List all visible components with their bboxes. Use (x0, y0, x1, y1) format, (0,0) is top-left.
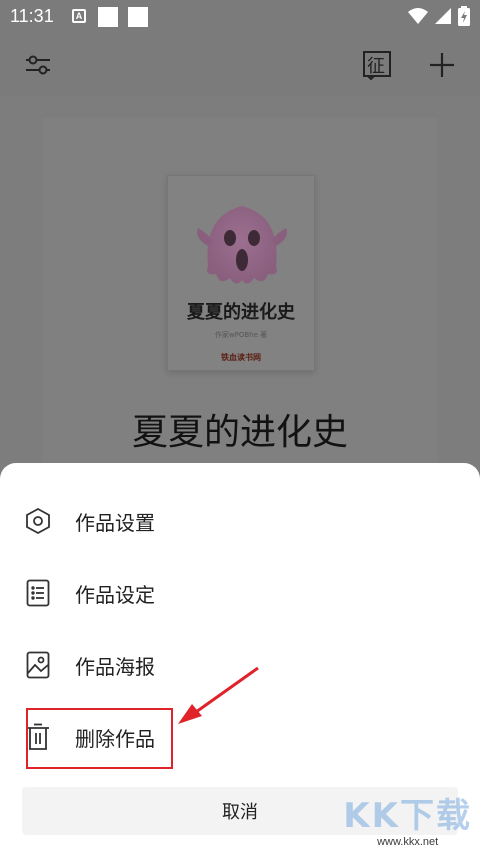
signal-icon (435, 8, 451, 24)
cover-author: 作家wPOBhe 著 (214, 331, 268, 339)
annotation-highlight-box (26, 708, 173, 769)
hexagon-settings-icon (24, 507, 52, 535)
notification-square-icon (98, 7, 118, 27)
menu-item-work-setup[interactable]: 作品设定 (0, 560, 480, 626)
watermark-url: www.kkx.net (377, 836, 439, 848)
image-poster-icon (24, 651, 52, 679)
plus-icon (430, 53, 454, 77)
sliders-icon (26, 55, 50, 75)
cover-brand: 铁血读书网 (221, 353, 261, 362)
notification-a-icon: A (72, 9, 86, 23)
status-indicators (408, 6, 470, 26)
cover-title: 夏夏的进化史 (187, 302, 295, 323)
watermark-logo: KK下载 (343, 796, 472, 836)
activity-button[interactable]: 征 (362, 50, 392, 80)
book-cover[interactable]: 夏夏的进化史 作家wPOBhe 著 铁血读书网 (167, 175, 315, 371)
menu-item-work-poster[interactable]: 作品海报 (0, 632, 480, 698)
cover-ghost-illustration (197, 206, 287, 284)
notification-square-icon (128, 7, 148, 27)
menu-label: 作品设定 (75, 582, 155, 607)
activity-label: 征 (367, 56, 385, 77)
battery-icon (458, 6, 470, 26)
book-title: 夏夏的进化史 (131, 412, 348, 453)
watermark: KK下载 www.kkx.net (343, 796, 472, 848)
status-time: 11:31 (10, 6, 54, 26)
menu-label: 作品设置 (75, 510, 155, 535)
status-bar: 11:31 A (0, 0, 480, 36)
add-button[interactable] (427, 50, 457, 80)
app-bar: 征 (0, 36, 480, 96)
filter-button[interactable] (23, 50, 53, 80)
menu-label: 作品海报 (75, 654, 155, 679)
wifi-icon (408, 8, 428, 24)
menu-item-work-settings[interactable]: 作品设置 (0, 488, 480, 554)
list-document-icon (24, 579, 52, 607)
